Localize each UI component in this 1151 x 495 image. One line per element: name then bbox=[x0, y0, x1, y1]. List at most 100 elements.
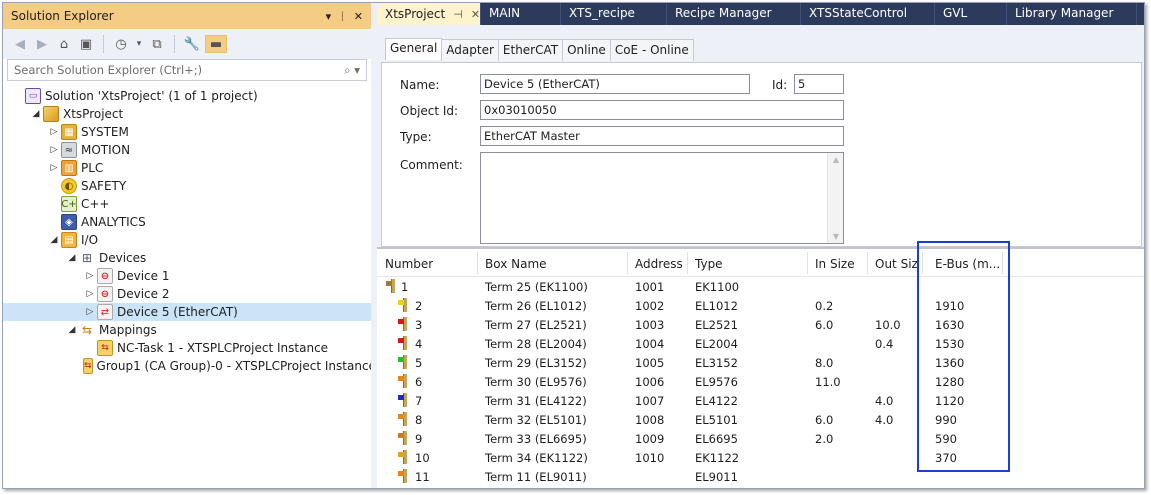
collapsed-arrow-icon[interactable]: ▷ bbox=[83, 289, 97, 299]
table-row[interactable]: 1 Term 25 (EK1100) 1001 EK1100 bbox=[377, 277, 1144, 296]
table-row[interactable]: 6 Term 30 (EL9576) 1006 EL9576 11.0 1280 bbox=[377, 372, 1144, 391]
scroll-up-icon[interactable]: ▲ bbox=[828, 155, 844, 164]
dropdown-icon[interactable]: ▾ bbox=[326, 10, 332, 23]
tab-online[interactable]: Online bbox=[562, 39, 611, 61]
cell-box: Term 27 (EL2521) bbox=[485, 318, 587, 332]
terminal-led bbox=[398, 414, 404, 419]
id-field[interactable]: 5 bbox=[794, 74, 844, 94]
column-divider[interactable] bbox=[687, 252, 688, 274]
collapsed-arrow-icon[interactable]: ▷ bbox=[83, 271, 97, 281]
tree-item[interactable]: ◢ ⇆ Mappings bbox=[3, 321, 371, 339]
search-input[interactable]: Search Solution Explorer (Ctrl+;) ⌕ ▾ bbox=[7, 59, 367, 81]
tree-item[interactable]: ▷ ▦ SYSTEM bbox=[3, 123, 371, 141]
tree-item[interactable]: ▷ ▥ PLC bbox=[3, 159, 371, 177]
tab-xtsstatecontrol[interactable]: XTSStateControl bbox=[801, 3, 935, 25]
type-field[interactable]: EtherCAT Master bbox=[480, 126, 844, 146]
tree-item[interactable]: ◢ ▤ I/O bbox=[3, 231, 371, 249]
table-row[interactable]: 9 Term 33 (EL6695) 1009 EL6695 2.0 590 bbox=[377, 429, 1144, 448]
back-icon[interactable]: ◀ bbox=[11, 35, 29, 53]
column-divider[interactable] bbox=[807, 252, 808, 274]
tree-item[interactable]: C+ C++ bbox=[3, 195, 371, 213]
tab-recipe-manager[interactable]: Recipe Manager bbox=[667, 3, 801, 25]
table-row[interactable]: 2 Term 26 (EL1012) 1002 EL1012 0.2 1910 bbox=[377, 296, 1144, 315]
cell-number: 2 bbox=[415, 299, 423, 313]
tab-gvl[interactable]: GVL bbox=[935, 3, 1007, 25]
column-header[interactable]: Address bbox=[635, 257, 683, 271]
search-icon[interactable]: ⌕ ▾ bbox=[344, 63, 360, 78]
tab-ethercat[interactable]: EtherCAT bbox=[497, 39, 564, 61]
cell-box: Term 25 (EK1100) bbox=[485, 280, 588, 294]
cell-type: EK1122 bbox=[695, 451, 740, 465]
close-icon[interactable]: ✕ bbox=[354, 10, 363, 23]
table-row[interactable]: 7 Term 31 (EL4122) 1007 EL4122 4.0 1120 bbox=[377, 391, 1144, 410]
table-row[interactable]: 5 Term 29 (EL3152) 1005 EL3152 8.0 1360 bbox=[377, 353, 1144, 372]
tree-item[interactable]: ⇆ NC-Task 1 - XTSPLCProject Instance bbox=[3, 339, 371, 357]
column-header[interactable]: Box Name bbox=[485, 257, 547, 271]
table-row[interactable]: 10 Term 34 (EK1122) 1010 EK1122 370 bbox=[377, 448, 1144, 467]
table-row[interactable]: 8 Term 32 (EL5101) 1008 EL5101 6.0 4.0 990 bbox=[377, 410, 1144, 429]
tree-item[interactable]: ◢ ⊞ Devices bbox=[3, 249, 371, 267]
tab-xts-recipe[interactable]: XTS_recipe bbox=[561, 3, 667, 25]
comment-label: Comment: bbox=[400, 158, 463, 172]
collapsed-arrow-icon[interactable]: ▷ bbox=[47, 127, 61, 137]
switch-views-icon[interactable]: ▣ bbox=[77, 35, 95, 53]
pending-changes-filter-icon[interactable]: ◷ bbox=[112, 35, 130, 53]
comment-field[interactable]: ▲ ▼ bbox=[480, 152, 844, 244]
pin-icon[interactable]: ⊣ bbox=[453, 8, 463, 21]
collapse-all-icon[interactable]: ⧉ bbox=[148, 35, 166, 53]
column-header[interactable]: In Size bbox=[815, 257, 855, 271]
chevron-down-icon[interactable]: ▾ bbox=[134, 35, 144, 53]
column-header[interactable]: Type bbox=[695, 257, 723, 271]
scroll-down-icon[interactable]: ▼ bbox=[828, 232, 844, 241]
comment-scrollbar[interactable]: ▲ ▼ bbox=[827, 153, 843, 243]
tab-coe-online[interactable]: CoE - Online bbox=[609, 39, 694, 61]
table-row[interactable]: 4 Term 28 (EL2004) 1004 EL2004 0.4 1530 bbox=[377, 334, 1144, 353]
expanded-arrow-icon[interactable]: ◢ bbox=[29, 109, 43, 119]
tree-item[interactable]: ▷ ⊖ Device 2 bbox=[3, 285, 371, 303]
column-divider[interactable] bbox=[627, 252, 628, 274]
expanded-arrow-icon[interactable]: ◢ bbox=[65, 253, 79, 263]
tree-item[interactable]: ◐ SAFETY bbox=[3, 177, 371, 195]
collapsed-arrow-icon[interactable]: ▷ bbox=[47, 145, 61, 155]
tree-item[interactable]: ▷ ⊖ Device 1 bbox=[3, 267, 371, 285]
tab-general[interactable]: General bbox=[385, 38, 443, 60]
tree-item[interactable]: ◢ XtsProject bbox=[3, 105, 371, 123]
tree-item[interactable]: ⇆ Group1 (CA Group)-0 - XTSPLCProject Ins… bbox=[3, 357, 376, 375]
terminal-icon bbox=[385, 279, 397, 293]
column-divider[interactable] bbox=[477, 252, 478, 274]
tab-adapter[interactable]: Adapter bbox=[441, 39, 499, 61]
collapsed-arrow-icon[interactable]: ▷ bbox=[83, 307, 97, 317]
tab-library-manager[interactable]: Library Manager bbox=[1007, 3, 1137, 25]
cell-address: 1004 bbox=[635, 337, 665, 351]
expanded-arrow-icon[interactable]: ◢ bbox=[65, 325, 79, 335]
close-icon[interactable]: ✕ bbox=[471, 8, 480, 21]
tree-item[interactable]: ◈ ANALYTICS bbox=[3, 213, 371, 231]
name-field[interactable]: Device 5 (EtherCAT) bbox=[480, 74, 750, 94]
terminal-table: Number Box Name Address Type In Size Out Siz e… bbox=[377, 249, 1144, 488]
search-placeholder: Search Solution Explorer (Ctrl+;) bbox=[14, 63, 203, 77]
tree-item-label: C++ bbox=[81, 197, 110, 211]
pin-icon[interactable]: ᛁ bbox=[339, 10, 346, 23]
tree-item[interactable]: ▷ ⇄ Device 5 (EtherCAT) bbox=[3, 303, 371, 321]
cell-out: 4.0 bbox=[875, 413, 894, 427]
terminal-led bbox=[398, 300, 404, 305]
table-row[interactable]: 3 Term 27 (EL2521) 1003 EL2521 6.0 10.0 1630 bbox=[377, 315, 1144, 334]
properties-wrench-icon[interactable]: 🔧 bbox=[183, 35, 201, 53]
tab-xtsproject[interactable]: XtsProject ⊣ ✕ bbox=[377, 3, 481, 25]
forward-icon[interactable]: ▶ bbox=[33, 35, 51, 53]
column-header[interactable]: Out Size bbox=[875, 257, 919, 271]
cell-address: 1006 bbox=[635, 375, 665, 389]
expanded-arrow-icon[interactable]: ◢ bbox=[47, 235, 61, 245]
preview-selected-items-icon[interactable]: ▬ bbox=[205, 35, 227, 53]
tree-item[interactable]: ▭ Solution 'XtsProject' (1 of 1 project) bbox=[3, 87, 371, 105]
terminal-icon bbox=[397, 393, 409, 407]
collapsed-arrow-icon[interactable]: ▷ bbox=[47, 163, 61, 173]
column-divider[interactable] bbox=[867, 252, 868, 274]
tree-item[interactable]: ▷ ≈ MOTION bbox=[3, 141, 371, 159]
table-row[interactable]: 11 Term 11 (EL9011) EL9011 bbox=[377, 467, 1144, 486]
cell-type: EL1012 bbox=[695, 299, 738, 313]
object-id-field[interactable]: 0x03010050 bbox=[480, 100, 844, 120]
column-header[interactable]: Number bbox=[385, 257, 433, 271]
home-icon[interactable]: ⌂ bbox=[55, 35, 73, 53]
tab-main[interactable]: MAIN bbox=[481, 3, 561, 25]
